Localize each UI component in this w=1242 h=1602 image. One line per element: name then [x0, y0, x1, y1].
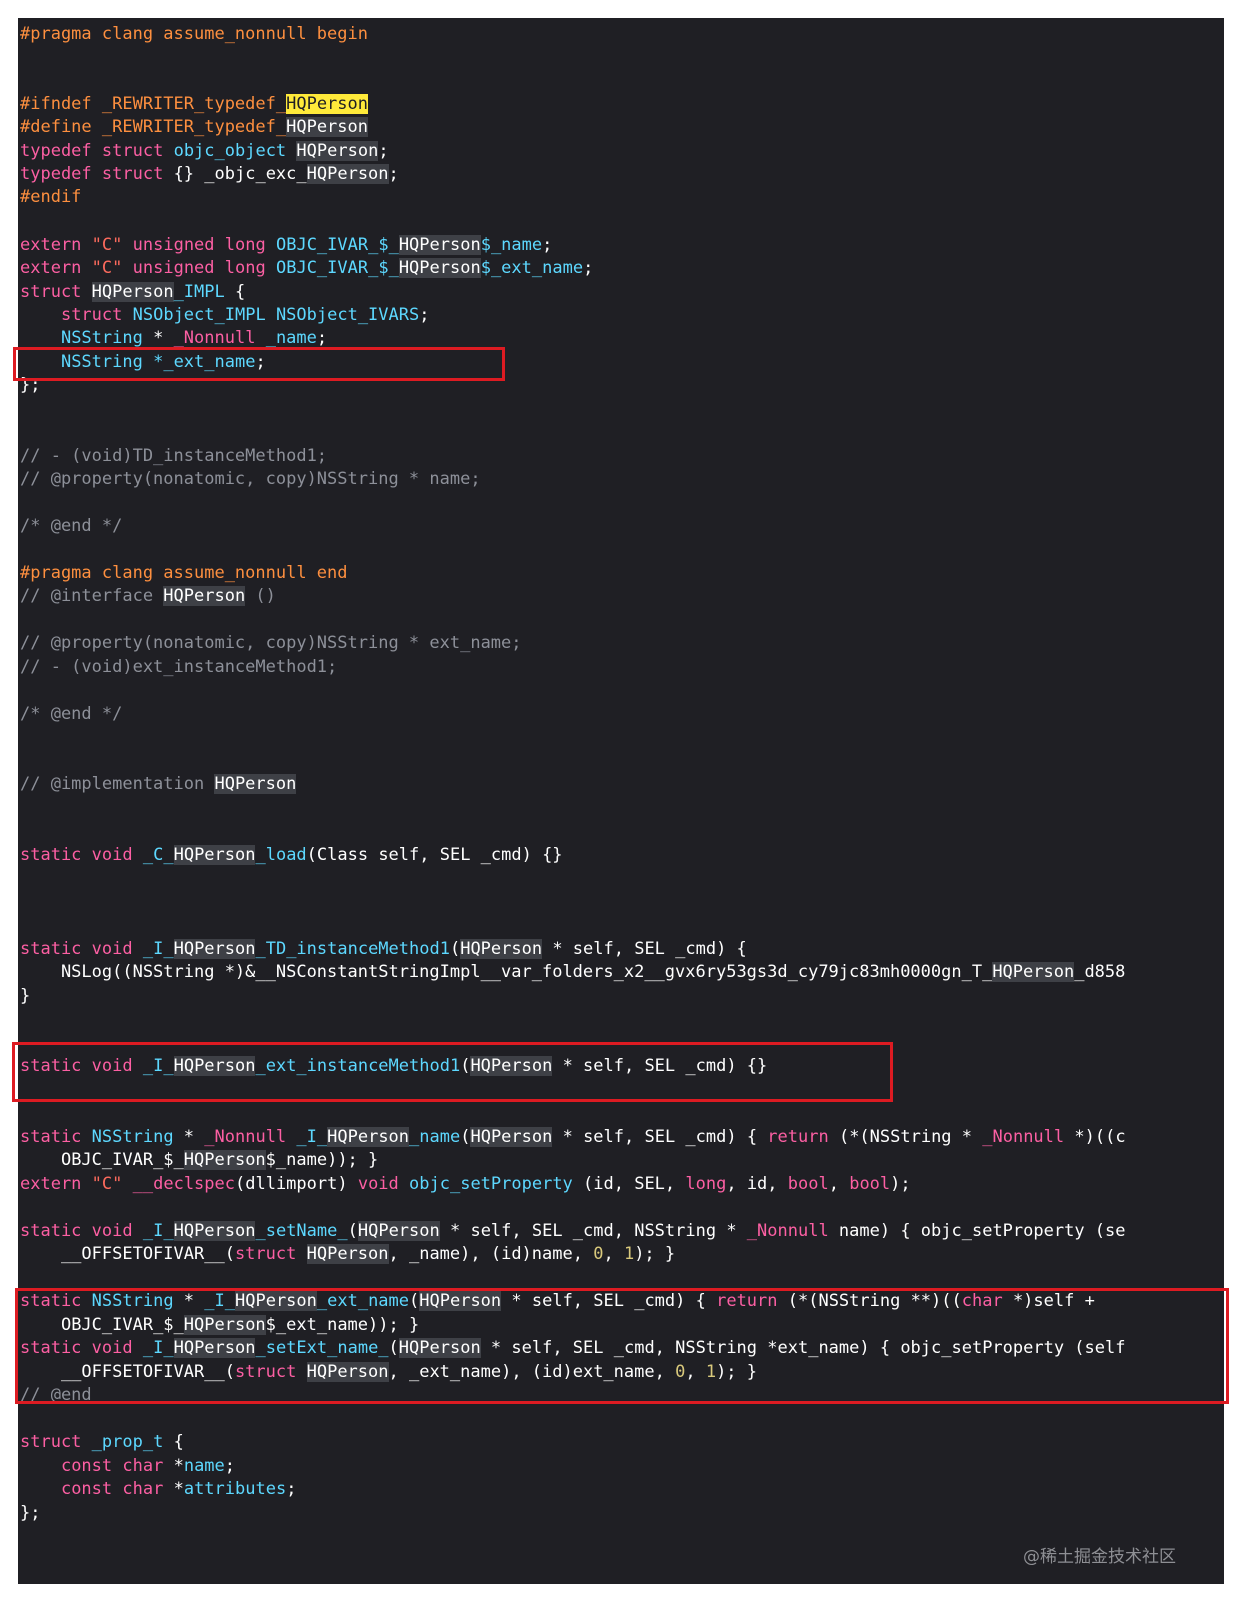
- code-line: // @property(nonatomic, copy)NSString * …: [20, 469, 481, 489]
- annotation-box-ext-name-ivar: [13, 347, 505, 381]
- code-line: struct HQPerson_IMPL {: [20, 282, 246, 302]
- code-line: // - (void)TD_instanceMethod1;: [20, 446, 328, 466]
- code-line: #pragma clang assume_nonnull end: [20, 563, 348, 583]
- code-line: extern "C" unsigned long OBJC_IVAR_$_HQP…: [20, 258, 594, 278]
- search-match-highlight: HQPerson: [286, 94, 368, 114]
- code-line: #define _REWRITER_typedef_HQPerson: [20, 117, 368, 137]
- code-line: #pragma clang assume_nonnull begin: [20, 24, 368, 44]
- code-line: typedef struct objc_object HQPerson;: [20, 141, 389, 161]
- code-line: extern "C" unsigned long OBJC_IVAR_$_HQP…: [20, 235, 553, 255]
- code-line: // @interface HQPerson (): [20, 586, 276, 606]
- code-line: extern "C" __declspec(dllimport) void ob…: [20, 1174, 911, 1194]
- code-line: /* @end */: [20, 704, 123, 724]
- code-line: #ifndef _REWRITER_typedef_HQPerson: [20, 94, 368, 114]
- watermark: @稀土掘金技术社区: [1023, 1547, 1176, 1567]
- code-line: static void _I_HQPerson_TD_instanceMetho…: [20, 939, 747, 959]
- code-line: // @property(nonatomic, copy)NSString * …: [20, 633, 522, 653]
- code-line: typedef struct {} _objc_exc_HQPerson;: [20, 164, 399, 184]
- code-line: const char *name;: [60, 1456, 236, 1476]
- code-line: static void _I_HQPerson_setName_(HQPerso…: [20, 1221, 1126, 1241]
- code-line: };: [20, 1503, 41, 1523]
- code-line: OBJC_IVAR_$_HQPerson$_name)); }: [60, 1150, 379, 1170]
- code-line: /* @end */: [20, 516, 123, 536]
- code-line: static void _C_HQPerson_load(Class self,…: [20, 845, 563, 865]
- code-line: }: [20, 986, 31, 1006]
- code-line: // @implementation HQPerson: [20, 774, 297, 794]
- code-line: static NSString * _Nonnull _I_HQPerson_n…: [20, 1127, 1126, 1147]
- code-line: struct _prop_t {: [20, 1432, 184, 1452]
- code-line: struct NSObject_IMPL NSObject_IVARS;: [60, 305, 430, 325]
- code-line: __OFFSETOFIVAR__(struct HQPerson, _name)…: [20, 1244, 676, 1264]
- code-line: #endif: [20, 187, 82, 207]
- code-line: NSLog((NSString *)&__NSConstantStringImp…: [20, 962, 1126, 982]
- code-line: const char *attributes;: [60, 1479, 297, 1499]
- annotation-box-ext-method: [12, 1042, 893, 1102]
- annotation-box-ext-accessors: [15, 1288, 1229, 1404]
- code-line: // - (void)ext_instanceMethod1;: [20, 657, 338, 677]
